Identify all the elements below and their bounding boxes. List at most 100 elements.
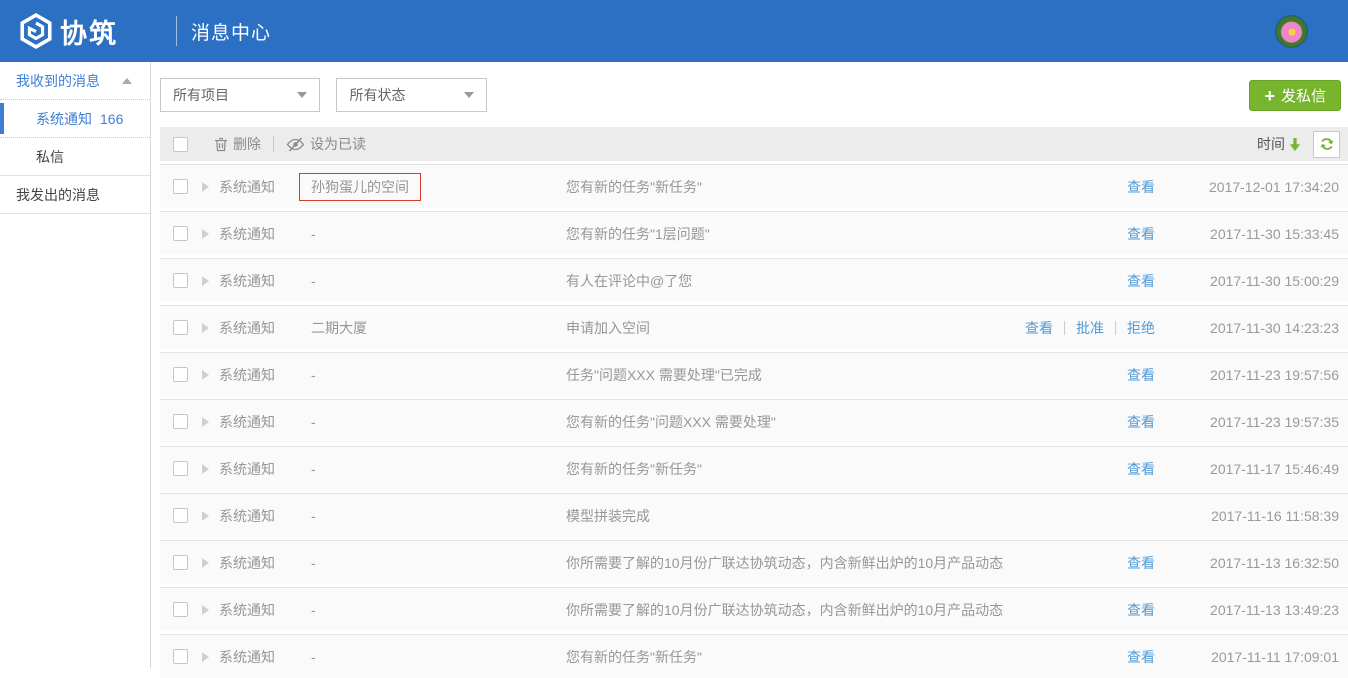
row-message: 您有新的任务"新任务" <box>566 177 1005 197</box>
approve-link[interactable]: 批准 <box>1076 318 1104 338</box>
hexagon-logo-icon <box>18 13 54 49</box>
sidebar-group-sent-label: 我发出的消息 <box>0 185 100 205</box>
row-time: 2017-11-16 11:58:39 <box>1155 508 1348 524</box>
row-project: - <box>311 649 316 665</box>
unread-count-badge: 166 <box>100 111 123 127</box>
sidebar-group-received[interactable]: 我收到的消息 <box>0 62 150 100</box>
row-checkbox[interactable] <box>173 602 188 617</box>
view-link[interactable]: 查看 <box>1127 271 1155 291</box>
trash-icon <box>214 137 228 152</box>
status-filter-value: 所有状态 <box>349 85 405 105</box>
expand-arrow-icon[interactable] <box>202 417 209 427</box>
row-checkbox[interactable] <box>173 555 188 570</box>
project-filter-value: 所有项目 <box>173 85 229 105</box>
row-message: 申请加入空间 <box>566 318 1005 338</box>
row-project: 孙狗蛋儿的空间 <box>299 173 421 201</box>
row-checkbox[interactable] <box>173 508 188 523</box>
row-message: 有人在评论中@了您 <box>566 271 1005 291</box>
delete-button[interactable]: 删除 <box>214 134 261 154</box>
expand-arrow-icon[interactable] <box>202 464 209 474</box>
app-header: 协筑 消息中心 <box>0 0 1348 62</box>
row-type: 系统通知 <box>219 177 311 197</box>
row-project: - <box>311 508 316 524</box>
main-content: 所有项目 所有状态 + 发私信 删除 设为已读 <box>160 62 1348 668</box>
expand-arrow-icon[interactable] <box>202 511 209 521</box>
page-title: 消息中心 <box>191 18 271 45</box>
mark-read-button[interactable]: 设为已读 <box>286 134 366 154</box>
expand-arrow-icon[interactable] <box>202 370 209 380</box>
reject-link[interactable]: 拒绝 <box>1127 318 1155 338</box>
select-all-checkbox[interactable] <box>173 137 188 152</box>
refresh-icon <box>1319 136 1335 152</box>
project-filter-select[interactable]: 所有项目 <box>160 78 320 112</box>
view-link[interactable]: 查看 <box>1127 365 1155 385</box>
row-time: 2017-11-13 13:49:23 <box>1155 602 1348 618</box>
row-time: 2017-11-30 14:23:23 <box>1155 320 1348 336</box>
row-message: 你所需要了解的10月份广联达协筑动态，内含新鲜出炉的10月产品动态，诺士诚监理单… <box>566 600 1005 620</box>
view-link[interactable]: 查看 <box>1127 647 1155 667</box>
sort-time-label[interactable]: 时间 <box>1257 134 1285 154</box>
list-toolbar: 删除 设为已读 时间 <box>160 127 1348 161</box>
row-type: 系统通知 <box>219 459 311 479</box>
row-type: 系统通知 <box>219 224 311 244</box>
expand-arrow-icon[interactable] <box>202 182 209 192</box>
view-link[interactable]: 查看 <box>1127 600 1155 620</box>
row-type: 系统通知 <box>219 506 311 526</box>
view-link[interactable]: 查看 <box>1127 412 1155 432</box>
view-link[interactable]: 查看 <box>1127 177 1155 197</box>
view-link[interactable]: 查看 <box>1127 224 1155 244</box>
table-row: 系统通知 - 模型拼装完成 2017-11-16 11:58:39 <box>160 493 1348 537</box>
row-checkbox[interactable] <box>173 367 188 382</box>
row-time: 2017-11-30 15:00:29 <box>1155 273 1348 289</box>
view-link[interactable]: 查看 <box>1025 318 1053 338</box>
user-avatar[interactable] <box>1275 15 1308 48</box>
row-project: - <box>311 367 316 383</box>
row-message: 您有新的任务"新任务" <box>566 647 1005 667</box>
row-actions: 查看 <box>1005 412 1155 432</box>
row-message: 任务"问题XXX 需要处理"已完成 <box>566 365 1005 385</box>
expand-arrow-icon[interactable] <box>202 323 209 333</box>
expand-arrow-icon[interactable] <box>202 605 209 615</box>
refresh-button[interactable] <box>1313 131 1340 158</box>
sidebar-item-label: 系统通知 <box>0 109 92 129</box>
row-checkbox[interactable] <box>173 649 188 664</box>
expand-arrow-icon[interactable] <box>202 229 209 239</box>
row-message: 模型拼装完成 <box>566 506 1005 526</box>
row-checkbox[interactable] <box>173 179 188 194</box>
row-time: 2017-11-23 19:57:35 <box>1155 414 1348 430</box>
row-checkbox[interactable] <box>173 320 188 335</box>
sidebar-group-sent[interactable]: 我发出的消息 <box>0 176 150 214</box>
row-checkbox[interactable] <box>173 273 188 288</box>
row-checkbox[interactable] <box>173 414 188 429</box>
table-row: 系统通知 - 您有新的任务"新任务" 查看 2017-11-17 15:46:4… <box>160 446 1348 490</box>
view-link[interactable]: 查看 <box>1127 459 1155 479</box>
row-type: 系统通知 <box>219 365 311 385</box>
expand-arrow-icon[interactable] <box>202 558 209 568</box>
row-time: 2017-11-17 15:46:49 <box>1155 461 1348 477</box>
row-project: 二期大厦 <box>311 320 367 336</box>
filter-bar: 所有项目 所有状态 + 发私信 <box>160 62 1348 112</box>
row-type: 系统通知 <box>219 647 311 667</box>
status-filter-select[interactable]: 所有状态 <box>336 78 487 112</box>
sidebar: 我收到的消息 系统通知 166 私信 我发出的消息 <box>0 62 151 668</box>
row-checkbox[interactable] <box>173 226 188 241</box>
message-list: 系统通知 孙狗蛋儿的空间 您有新的任务"新任务" 查看 2017-12-01 1… <box>160 164 1348 678</box>
row-project: - <box>311 602 316 618</box>
row-actions: 查看 <box>1005 177 1155 197</box>
brand-logo[interactable]: 协筑 <box>18 12 118 51</box>
expand-arrow-icon[interactable] <box>202 652 209 662</box>
row-checkbox[interactable] <box>173 461 188 476</box>
sidebar-item-private-message[interactable]: 私信 <box>0 138 150 176</box>
row-actions: 查看 <box>1005 224 1155 244</box>
table-row: 系统通知 孙狗蛋儿的空间 您有新的任务"新任务" 查看 2017-12-01 1… <box>160 164 1348 208</box>
header-divider <box>176 16 177 46</box>
row-actions: 查看 <box>1005 600 1155 620</box>
sort-descending-arrow-icon[interactable] <box>1289 137 1301 152</box>
view-link[interactable]: 查看 <box>1127 553 1155 573</box>
plus-icon: + <box>1264 87 1275 105</box>
expand-arrow-icon[interactable] <box>202 276 209 286</box>
row-project: - <box>311 461 316 477</box>
chevron-down-icon <box>297 92 307 98</box>
sidebar-item-system-notice[interactable]: 系统通知 166 <box>0 100 150 138</box>
compose-private-message-button[interactable]: + 发私信 <box>1249 80 1341 111</box>
